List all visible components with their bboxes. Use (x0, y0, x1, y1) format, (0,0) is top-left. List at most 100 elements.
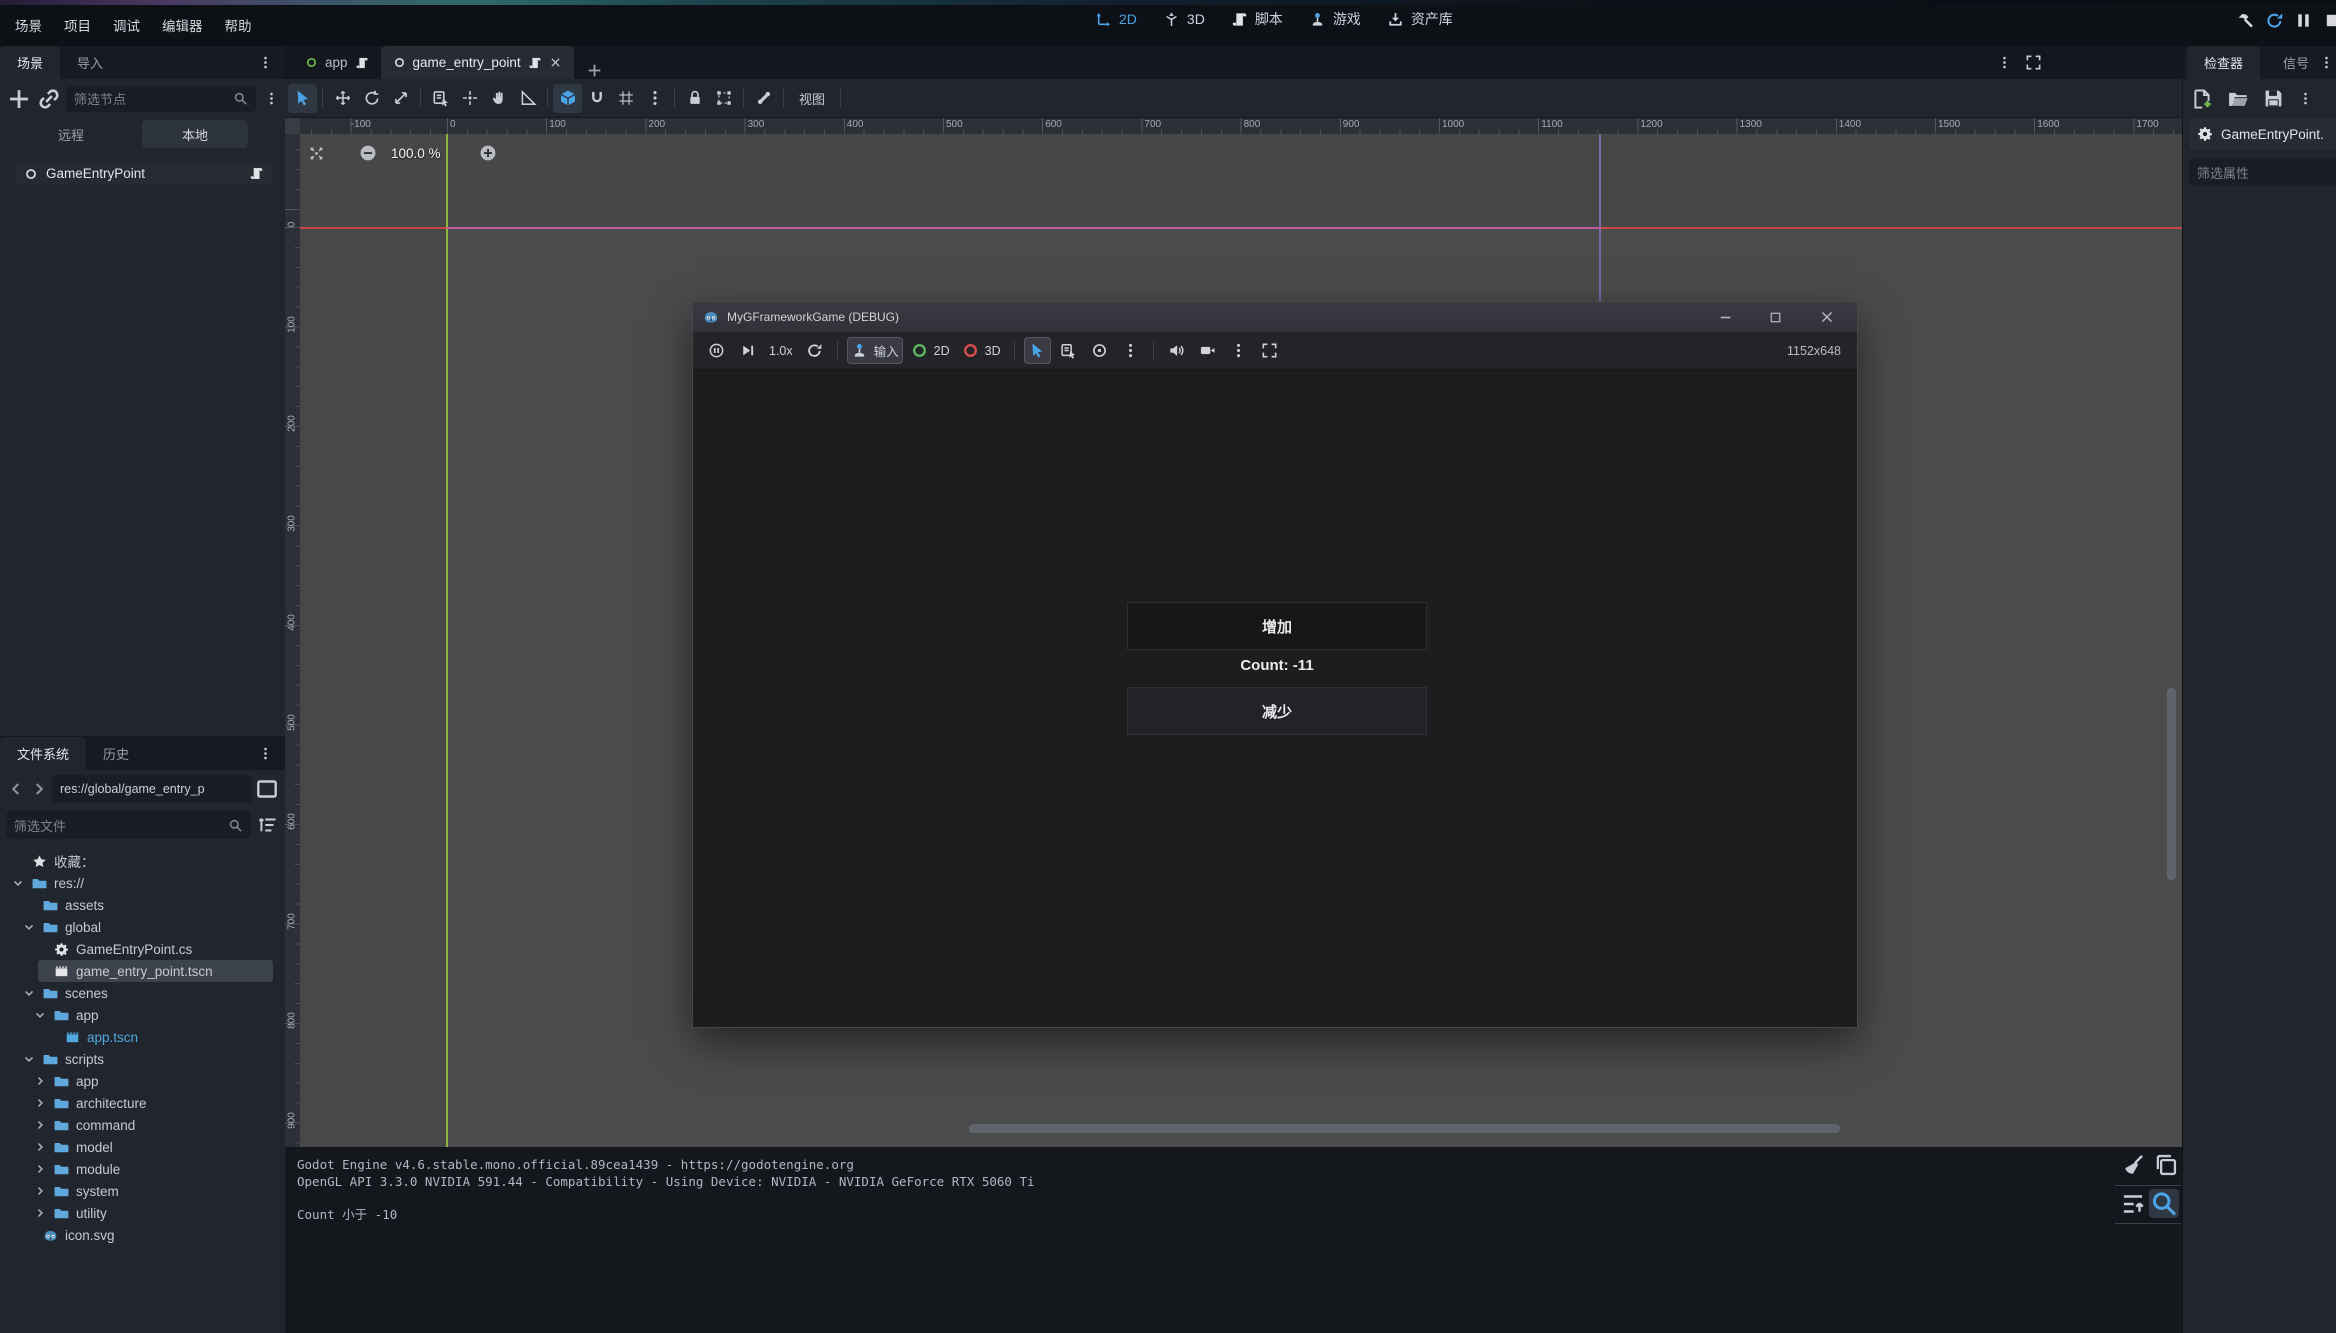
dir-global[interactable]: global (0, 916, 285, 938)
collapse-messages-button[interactable] (2120, 1191, 2146, 1217)
distraction-free-icon[interactable] (2025, 54, 2042, 71)
increase-button[interactable]: 增加 (1128, 603, 1426, 649)
game-viewport[interactable]: 增加 Count: -11 减少 (693, 370, 1857, 1026)
vertical-scrollbar[interactable] (2167, 688, 2176, 880)
new-resource-button[interactable] (2191, 88, 2213, 110)
scene-tab-game-entry-point[interactable]: game_entry_point (381, 46, 574, 79)
remote-tab[interactable]: 远程 (0, 125, 142, 144)
workspace-assetlib[interactable]: 资产库 (1387, 9, 1453, 29)
script-icon[interactable] (355, 56, 369, 70)
scene-tab-app[interactable]: app (293, 46, 381, 79)
menu-editor[interactable]: 编辑器 (153, 11, 212, 39)
dir-res[interactable]: res:// (0, 872, 285, 894)
dir-scripts-app[interactable]: app (0, 1070, 285, 1092)
chevron-down-icon[interactable] (22, 986, 36, 1000)
move-tool-button[interactable] (328, 84, 357, 113)
filter-files-input[interactable]: 筛选文件 (6, 811, 251, 839)
chevron-down-icon[interactable] (33, 1008, 47, 1022)
zoom-level-label[interactable]: 100.0 % (391, 146, 441, 161)
pick-target-button[interactable] (1086, 337, 1113, 364)
lock-button[interactable] (680, 84, 709, 113)
dir-scenes[interactable]: scenes (0, 982, 285, 1004)
game-window-titlebar[interactable]: MyGFrameworkGame (DEBUG) (693, 302, 1857, 332)
instance-scene-button[interactable] (36, 86, 62, 112)
tab-signals[interactable]: 信号 (2266, 46, 2326, 79)
favorites-item[interactable]: 收藏： (0, 850, 285, 872)
menu-scene[interactable]: 场景 (6, 11, 51, 39)
restart-game-button[interactable] (801, 337, 828, 364)
search-messages-button[interactable] (2149, 1189, 2179, 1218)
clear-output-button[interactable] (2120, 1152, 2146, 1178)
rotate-tool-button[interactable] (357, 84, 386, 113)
chevron-right-icon[interactable] (33, 1140, 47, 1154)
close-tab-icon[interactable] (549, 56, 562, 69)
tab-import[interactable]: 导入 (60, 46, 120, 79)
zoom-out-button[interactable] (359, 144, 377, 162)
decrease-button[interactable]: 减少 (1128, 688, 1426, 734)
mute-audio-button[interactable] (1163, 337, 1190, 364)
workspace-game[interactable]: 游戏 (1309, 9, 1361, 29)
menu-debug[interactable]: 调试 (104, 11, 149, 39)
input-mode-button[interactable]: 输入 (847, 337, 903, 364)
save-resource-button[interactable] (2263, 88, 2284, 109)
toggle-split-mode-button[interactable] (255, 777, 279, 801)
pivot-tool-button[interactable] (455, 84, 484, 113)
dir-command[interactable]: command (0, 1114, 285, 1136)
restart-button[interactable] (2265, 11, 2284, 30)
pick-select-button[interactable] (1024, 337, 1051, 364)
script-icon[interactable] (249, 166, 264, 181)
file-icon-svg[interactable]: icon.svg (0, 1224, 285, 1246)
pick-options-button[interactable] (1117, 337, 1144, 364)
pick-list-button[interactable] (1055, 337, 1082, 364)
pick-2d-button[interactable]: 2D (907, 337, 954, 364)
tab-filesystem[interactable]: 文件系统 (0, 737, 86, 770)
add-node-button[interactable] (6, 86, 32, 112)
nav-back-button[interactable] (6, 779, 26, 799)
camera-override-button[interactable] (1194, 337, 1221, 364)
chevron-down-icon[interactable] (22, 920, 36, 934)
dir-assets[interactable]: assets (0, 894, 285, 916)
file-gameentrypoint-cs[interactable]: GameEntryPoint.cs (0, 938, 285, 960)
node-filter-menu-icon[interactable] (264, 91, 279, 106)
pan-tool-button[interactable] (484, 84, 513, 113)
minimize-icon[interactable] (1717, 309, 1734, 326)
menu-help[interactable]: 帮助 (216, 11, 261, 39)
chevron-right-icon[interactable] (33, 1118, 47, 1132)
tab-inspector[interactable]: 检查器 (2187, 46, 2260, 79)
dir-utility[interactable]: utility (0, 1202, 285, 1224)
filter-nodes-input[interactable]: 筛选节点 (66, 86, 256, 112)
copy-output-button[interactable] (2153, 1152, 2179, 1178)
center-view-icon[interactable] (308, 145, 325, 162)
pause-button[interactable] (2294, 11, 2313, 30)
zoom-in-button[interactable] (479, 144, 497, 162)
horizontal-scrollbar[interactable] (969, 1124, 1840, 1133)
file-app-tscn[interactable]: app.tscn (0, 1026, 285, 1048)
menu-project[interactable]: 项目 (55, 11, 100, 39)
embed-fullscreen-button[interactable] (1256, 337, 1283, 364)
smart-snap-button[interactable] (553, 84, 582, 113)
chevron-down-icon[interactable] (11, 876, 25, 890)
inspected-node-button[interactable]: GameEntryPoint. (2189, 118, 2336, 150)
scene-tree-root-node[interactable]: GameEntryPoint (16, 163, 272, 184)
chevron-down-icon[interactable] (22, 1052, 36, 1066)
close-icon[interactable] (1819, 309, 1835, 325)
chevron-right-icon[interactable] (33, 1096, 47, 1110)
suspend-button[interactable] (703, 337, 730, 364)
dir-scenes-app[interactable]: app (0, 1004, 285, 1026)
group-button[interactable] (709, 84, 738, 113)
workspace-script[interactable]: 脚本 (1231, 9, 1283, 29)
script-icon[interactable] (528, 56, 542, 70)
inspector-menu-icon[interactable] (2319, 55, 2334, 70)
skeleton-button[interactable] (749, 84, 778, 113)
grid-snap-button[interactable] (582, 84, 611, 113)
filesystem-menu-icon[interactable] (258, 746, 273, 761)
resource-menu-icon[interactable] (2298, 91, 2313, 106)
scene-dock-menu-icon[interactable] (258, 55, 273, 70)
camera-options-button[interactable] (1225, 337, 1252, 364)
chevron-right-icon[interactable] (33, 1206, 47, 1220)
next-frame-button[interactable] (734, 337, 761, 364)
dir-scripts[interactable]: scripts (0, 1048, 285, 1070)
dir-architecture[interactable]: architecture (0, 1092, 285, 1114)
load-resource-button[interactable] (2227, 88, 2249, 110)
stop-button[interactable] (2323, 11, 2336, 30)
